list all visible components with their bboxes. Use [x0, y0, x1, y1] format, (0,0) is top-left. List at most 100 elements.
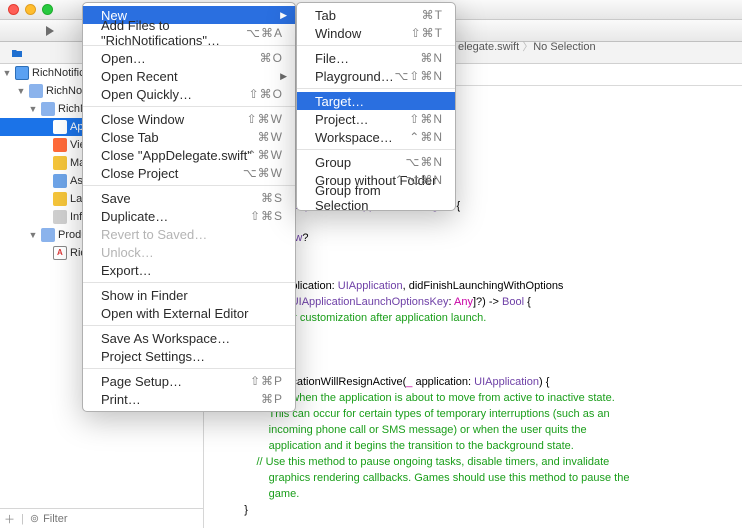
menu-shortcut: ⌘O	[260, 51, 283, 65]
minimize-window-button[interactable]	[25, 4, 36, 15]
menu-item-label: Open…	[101, 51, 146, 66]
menu-item-label: Target…	[315, 94, 364, 109]
menu-item-label: Revert to Saved…	[101, 227, 207, 242]
filter-icon[interactable]: ⊚	[30, 512, 39, 525]
navigator-footer: ＋ | ⊚	[0, 508, 203, 528]
menu-shortcut: ⌃⌘N	[409, 130, 443, 144]
menu-shortcut: ⌘N	[420, 51, 443, 65]
menu-shortcut: ⇧⌘O	[249, 87, 283, 101]
menu-item-label: Print…	[101, 392, 141, 407]
plist-icon	[53, 210, 67, 224]
menu-item-label: Save	[101, 191, 131, 206]
menu-item-label: Open Recent	[101, 69, 178, 84]
swift-icon	[53, 120, 67, 134]
menu-shortcut: ⇧⌘P	[250, 374, 283, 388]
assets-icon	[53, 174, 67, 188]
menu-item-label: File…	[315, 51, 349, 66]
menu-shortcut: ⇧⌘S	[250, 209, 283, 223]
project-navigator-tab[interactable]	[6, 43, 28, 63]
chevron-right-icon: ▶	[280, 71, 287, 82]
menu-shortcut: ⌥⌘A	[246, 26, 283, 40]
menu-item-label: Project…	[315, 112, 368, 127]
menu-shortcut: ⌘W	[258, 130, 283, 144]
menu-item-label: Unlock…	[101, 245, 154, 260]
menu-item[interactable]: Add Files to "RichNotifications"…⌥⌘A	[83, 24, 295, 42]
disclosure-icon[interactable]: ▼	[16, 86, 26, 96]
menu-shortcut: ⌥⌘W	[243, 166, 283, 180]
menu-item[interactable]: Window ⇧⌘T	[297, 24, 455, 42]
menu-shortcut: ⌃⌘W	[247, 148, 283, 162]
menu-item-label: Export…	[101, 263, 152, 278]
run-button[interactable]	[38, 22, 62, 40]
menu-item[interactable]: Page Setup… ⇧⌘P	[83, 372, 295, 390]
menu-item[interactable]: Duplicate… ⇧⌘S	[83, 207, 295, 225]
file-menu[interactable]: New▶Add Files to "RichNotifications"…⌥⌘A…	[82, 2, 296, 412]
menu-item-label: Close Tab	[101, 130, 159, 145]
menu-item[interactable]: Tab ⌘T	[297, 6, 455, 24]
menu-item[interactable]: Open Quickly… ⇧⌘O	[83, 85, 295, 103]
add-icon[interactable]: ＋	[4, 511, 15, 527]
menu-item[interactable]: Playground…⌥⇧⌘N	[297, 67, 455, 85]
menu-item-label: Close Project	[101, 166, 178, 181]
menu-item[interactable]: Open… ⌘O	[83, 49, 295, 67]
disclosure-icon[interactable]: ▼	[28, 104, 38, 114]
menu-item-label: Close Window	[101, 112, 184, 127]
menu-item[interactable]: Workspace… ⌃⌘N	[297, 128, 455, 146]
menu-item[interactable]: Group from Selection	[297, 189, 455, 207]
menu-shortcut: ⇧⌘T	[411, 26, 443, 40]
menu-item-label: Close "AppDelegate.swift"	[101, 148, 252, 163]
menu-item[interactable]: Target…	[297, 92, 455, 110]
menu-item-label: Duplicate…	[101, 209, 168, 224]
menu-item[interactable]: Project Settings…	[83, 347, 295, 365]
menu-item-label: Open Quickly…	[101, 87, 192, 102]
menu-item-label: Tab	[315, 8, 336, 23]
folder-icon	[29, 84, 43, 98]
folder-icon	[11, 47, 23, 59]
menu-item[interactable]: Close "AppDelegate.swift"⌃⌘W	[83, 146, 295, 164]
disclosure-icon[interactable]: ▼	[28, 230, 38, 240]
project-icon	[15, 66, 29, 80]
filter-input[interactable]	[43, 513, 199, 525]
menu-item-label: Project Settings…	[101, 349, 205, 364]
menu-item[interactable]: Save ⌘S	[83, 189, 295, 207]
swift-icon	[53, 138, 67, 152]
menu-shortcut: ⌘P	[261, 392, 283, 406]
jump-bar-remainder[interactable]: elegate.swift 〉No Selection	[458, 38, 596, 54]
story-icon	[53, 156, 67, 170]
menu-item-label: Page Setup…	[101, 374, 182, 389]
folder-icon	[41, 228, 55, 242]
menu-item[interactable]: Export…	[83, 261, 295, 279]
exec-icon	[53, 246, 67, 260]
menu-item[interactable]: Show in Finder	[83, 286, 295, 304]
menu-item[interactable]: Save As Workspace…	[83, 329, 295, 347]
menu-item[interactable]: Print… ⌘P	[83, 390, 295, 408]
menu-shortcut: ⌘S	[261, 191, 283, 205]
menu-item: Revert to Saved…	[83, 225, 295, 243]
menu-shortcut: ⌥⌘N	[406, 155, 444, 169]
zoom-window-button[interactable]	[42, 4, 53, 15]
menu-item[interactable]: Close Tab ⌘W	[83, 128, 295, 146]
menu-shortcut: ⌘T	[422, 8, 443, 22]
menu-item-label: Group from Selection	[315, 183, 437, 213]
story-icon	[53, 192, 67, 206]
menu-item-label: Group	[315, 155, 351, 170]
menu-item-label: Workspace…	[315, 130, 393, 145]
disclosure-icon[interactable]: ▼	[2, 68, 12, 78]
menu-item[interactable]: Close Project ⌥⌘W	[83, 164, 295, 182]
menu-item-label: Window	[315, 26, 361, 41]
menu-item[interactable]: Project…⇧⌘N	[297, 110, 455, 128]
menu-item[interactable]: Open with External Editor	[83, 304, 295, 322]
menu-item[interactable]: File… ⌘N	[297, 49, 455, 67]
menu-item[interactable]: Open Recent ▶	[83, 67, 295, 85]
folder-icon	[41, 102, 55, 116]
menu-item-label: Save As Workspace…	[101, 331, 230, 346]
menu-shortcut: ⇧⌘W	[247, 112, 283, 126]
menu-item[interactable]: Close Window ⇧⌘W	[83, 110, 295, 128]
menu-item[interactable]: Group ⌥⌘N	[297, 153, 455, 171]
close-window-button[interactable]	[8, 4, 19, 15]
menu-shortcut: ⌥⇧⌘N	[394, 69, 443, 83]
new-submenu[interactable]: Tab ⌘T Window ⇧⌘T File… ⌘N Playground…⌥⇧⌘N Targ…	[296, 2, 456, 211]
menu-item-label: Open with External Editor	[101, 306, 248, 321]
menu-item-label: Show in Finder	[101, 288, 188, 303]
play-icon	[46, 26, 54, 36]
